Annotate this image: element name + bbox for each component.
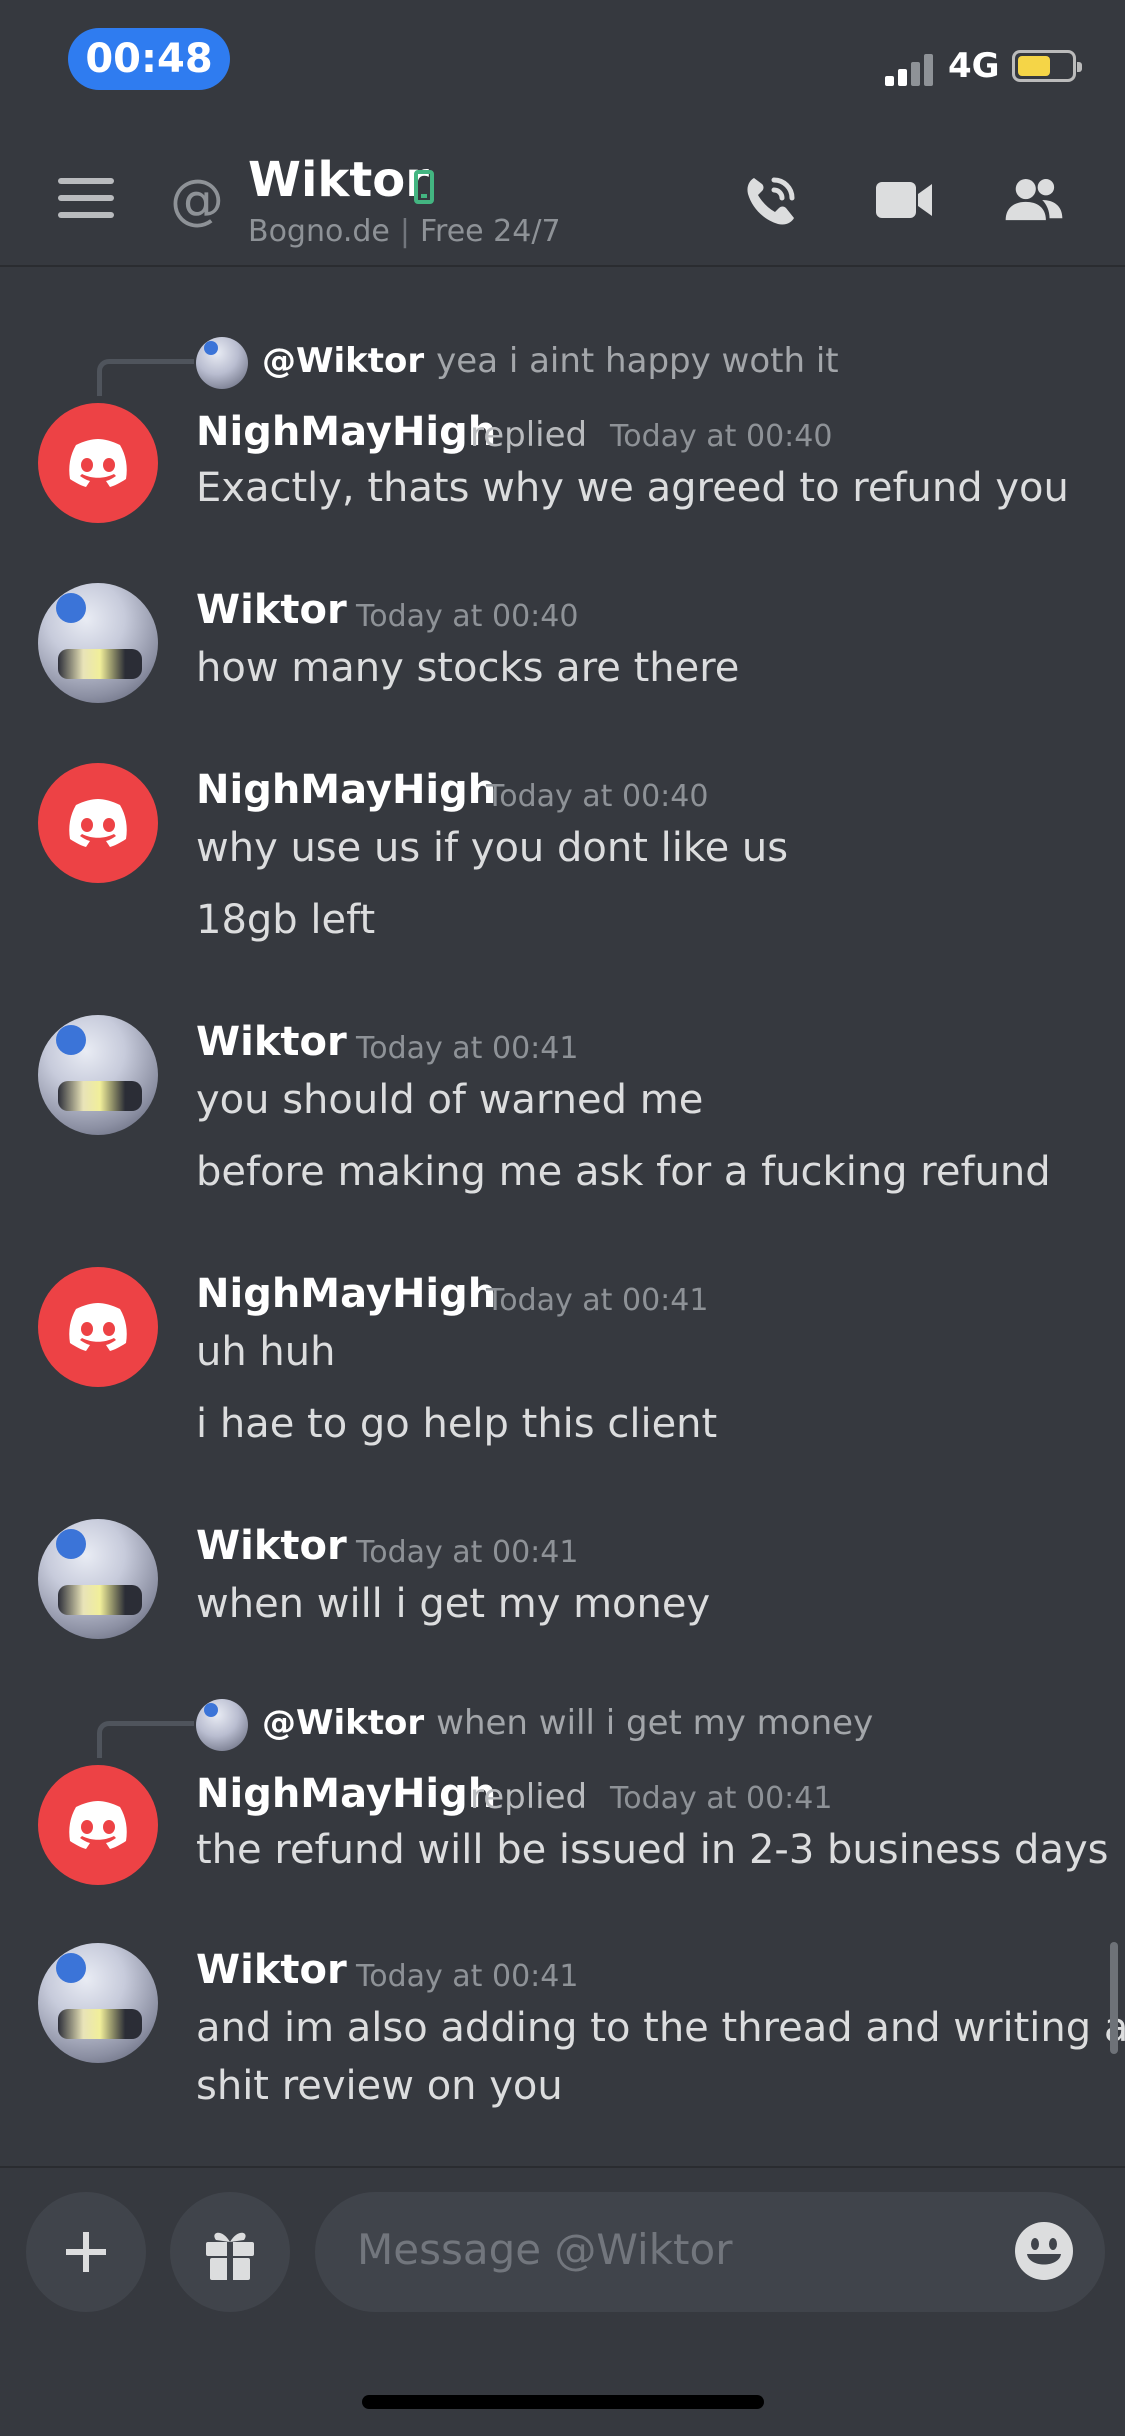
gift-button[interactable] [170, 2192, 290, 2312]
message-timestamp: Today at 00:41 [610, 1781, 833, 1816]
status-time: 00:48 [68, 28, 230, 90]
message-text: before making me ask for a fucking refun… [196, 1149, 1051, 1195]
channel-header: @ Wiktor Bogno.de | Free 24/7 [0, 130, 1125, 267]
discord-logo-icon [69, 799, 127, 847]
message-timestamp: Today at 00:40 [610, 419, 833, 454]
reply-preview[interactable]: @Wiktor yea i aint happy woth it [262, 341, 839, 381]
message-timestamp: Today at 00:41 [356, 1959, 579, 1994]
message-text: why use us if you dont like us [196, 825, 789, 871]
emoji-icon[interactable] [1013, 2220, 1075, 2282]
plus-icon [66, 2232, 106, 2272]
add-attachment-button[interactable] [26, 2192, 146, 2312]
reply-author: @Wiktor [262, 341, 425, 381]
video-call-icon[interactable] [872, 170, 936, 230]
message-author[interactable]: NighMayHigh [196, 767, 496, 813]
avatar[interactable] [38, 403, 158, 523]
channel-topic: Bogno.de | Free 24/7 [248, 214, 561, 249]
message-text: the refund will be issued in 2-3 busines… [196, 1827, 1109, 1873]
message-author[interactable]: Wiktor [196, 1947, 347, 1993]
voice-call-icon[interactable] [740, 170, 804, 230]
avatar[interactable] [38, 1943, 158, 2063]
battery-icon [1012, 50, 1082, 82]
message-input[interactable]: Message @Wiktor [315, 2192, 1105, 2312]
message-author[interactable]: Wiktor [196, 587, 347, 633]
gift-icon [206, 2232, 254, 2280]
network-type: 4G [948, 46, 1000, 86]
members-icon[interactable] [1002, 170, 1066, 230]
reply-preview[interactable]: @Wiktor when will i get my money [262, 1703, 873, 1743]
topic-tagline: Free 24/7 [419, 214, 561, 249]
reply-connector [97, 1721, 194, 1758]
avatar[interactable] [38, 1519, 158, 1639]
message-text: uh huh [196, 1329, 336, 1375]
message-timestamp: Today at 00:41 [486, 1283, 709, 1318]
message-timestamp: Today at 00:41 [356, 1031, 579, 1066]
message-text: shit review on you [196, 2063, 563, 2109]
reply-connector [97, 359, 194, 396]
message-text: how many stocks are there [196, 645, 740, 691]
message-text: when will i get my money [196, 1581, 711, 1627]
reply-content: yea i aint happy woth it [436, 341, 839, 381]
message-timestamp: Today at 00:40 [486, 779, 709, 814]
channel-name: Wiktor [248, 152, 429, 208]
message-author[interactable]: Wiktor [196, 1019, 347, 1065]
signal-icon [885, 52, 933, 86]
message-author[interactable]: NighMayHigh [196, 409, 496, 455]
message-timestamp: Today at 00:40 [356, 599, 579, 634]
message-list[interactable]: @Wiktor yea i aint happy woth it NighMayH… [0, 267, 1125, 2167]
message-author[interactable]: NighMayHigh [196, 1771, 496, 1817]
composer-divider [0, 2166, 1125, 2168]
topic-site: Bogno.de [248, 214, 390, 249]
avatar[interactable] [38, 1765, 158, 1885]
replied-label: replied [470, 1777, 588, 1817]
at-icon: @ [170, 168, 224, 231]
status-bar: 00:48 4G [0, 0, 1125, 130]
reply-author: @Wiktor [262, 1703, 425, 1743]
avatar[interactable] [38, 1015, 158, 1135]
discord-logo-icon [69, 1801, 127, 1849]
home-indicator[interactable] [362, 2395, 764, 2409]
scrollbar[interactable] [1110, 1942, 1118, 2054]
message-text: you should of warned me [196, 1077, 704, 1123]
message-author[interactable]: Wiktor [196, 1523, 347, 1569]
message-input-placeholder: Message @Wiktor [357, 2225, 733, 2274]
replied-label: replied [470, 415, 588, 455]
reply-avatar [196, 1699, 248, 1751]
avatar[interactable] [38, 1267, 158, 1387]
message-author[interactable]: NighMayHigh [196, 1271, 496, 1317]
message-text: Exactly, thats why we agreed to refund y… [196, 465, 1069, 511]
avatar[interactable] [38, 583, 158, 703]
mobile-status-icon [414, 170, 434, 204]
discord-logo-icon [69, 439, 127, 487]
reply-avatar [196, 337, 248, 389]
message-timestamp: Today at 00:41 [356, 1535, 579, 1570]
message-text: 18gb left [196, 897, 376, 943]
discord-logo-icon [69, 1303, 127, 1351]
message-text: and im also adding to the thread and wri… [196, 2005, 1125, 2051]
menu-icon[interactable] [58, 178, 114, 218]
reply-content: when will i get my money [436, 1703, 874, 1743]
message-text: i hae to go help this client [196, 1401, 718, 1447]
avatar[interactable] [38, 763, 158, 883]
